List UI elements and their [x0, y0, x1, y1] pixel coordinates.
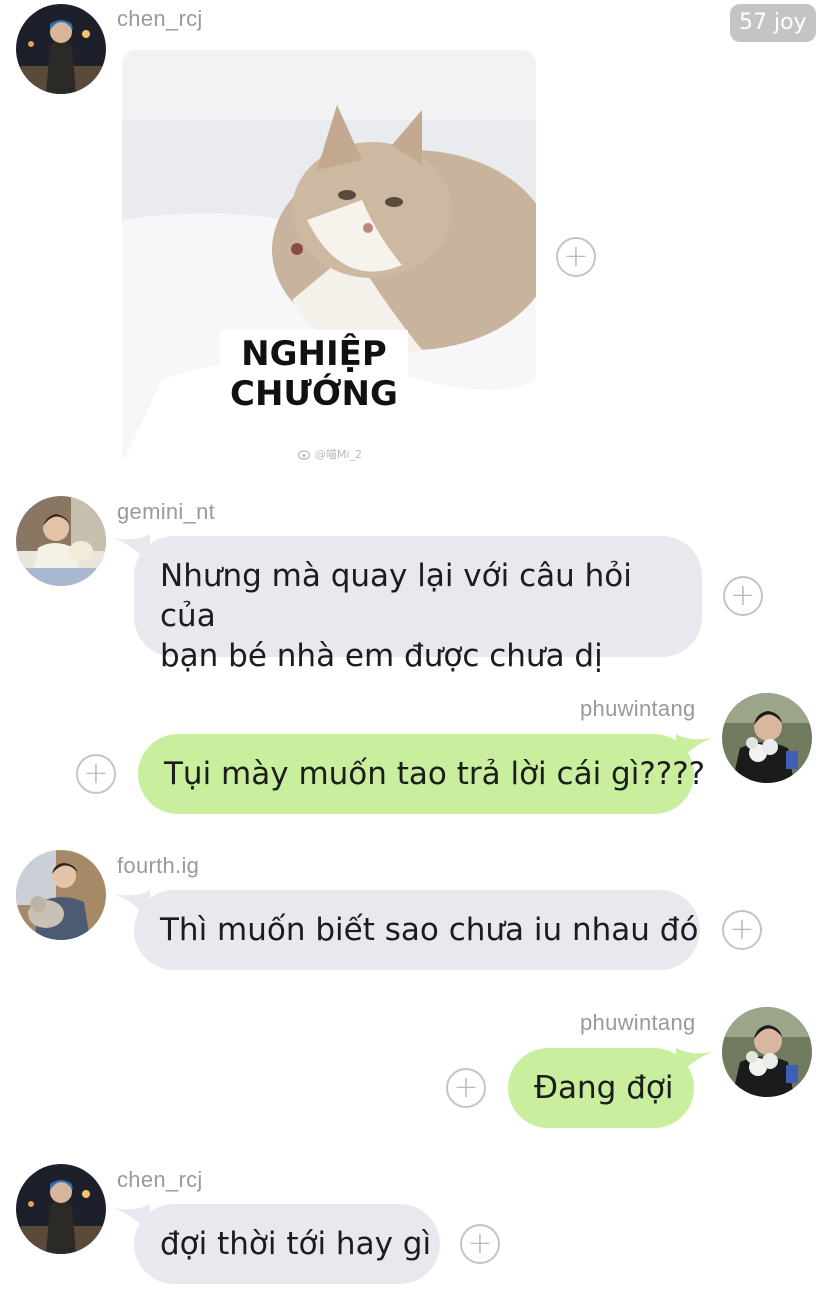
sticker-caption: NGHIỆP CHƯỚNG: [220, 330, 408, 418]
message-line-1: Nhưng mà quay lại với câu hỏi của: [160, 558, 632, 634]
add-reaction-button[interactable]: +: [460, 1224, 500, 1264]
cat-sticker[interactable]: NGHIỆP CHƯỚNG @喵Mi_2: [122, 50, 536, 464]
avatar-phuwintang[interactable]: [722, 1007, 812, 1097]
watermark-text: @喵Mi_2: [315, 448, 363, 461]
message-text: Tụi mày muốn tao trả lời cái gì????: [164, 756, 706, 792]
avatar-gemini-nt[interactable]: [16, 496, 106, 586]
sticker-watermark: @喵Mi_2: [298, 446, 362, 462]
message-text: Thì muốn biết sao chưa iu nhau đó: [160, 912, 699, 948]
add-reaction-icon: +: [83, 756, 109, 791]
add-reaction-button[interactable]: +: [556, 237, 596, 277]
add-reaction-button[interactable]: +: [722, 910, 762, 950]
message-bubble[interactable]: Thì muốn biết sao chưa iu nhau đó: [134, 890, 700, 970]
message-bubble[interactable]: Tụi mày muốn tao trả lời cái gì????: [138, 734, 705, 814]
add-reaction-icon: +: [453, 1070, 479, 1105]
avatar-image: [16, 4, 106, 94]
avatar-fourth-ig[interactable]: [16, 850, 106, 940]
add-reaction-icon: +: [563, 239, 589, 274]
message-bubble[interactable]: Đang đợi: [508, 1048, 694, 1128]
message-line-2: bạn bé nhà em được chưa dị: [160, 638, 603, 674]
add-reaction-button[interactable]: +: [446, 1068, 486, 1108]
add-reaction-button[interactable]: +: [723, 576, 763, 616]
avatar-image: [16, 496, 106, 586]
avatar-image: [16, 1164, 106, 1254]
avatar-image: [722, 693, 812, 783]
message-text: đợi thời tới hay gì: [160, 1226, 432, 1262]
avatar-chen-rcj[interactable]: [16, 4, 106, 94]
avatar-chen-rcj[interactable]: [16, 1164, 106, 1254]
username: gemini_nt: [117, 499, 216, 524]
add-reaction-icon: +: [729, 912, 755, 947]
add-reaction-button[interactable]: +: [76, 754, 116, 794]
username: chen_rcj: [117, 6, 203, 31]
message-bubble[interactable]: đợi thời tới hay gì: [134, 1204, 440, 1284]
caption-line-1: NGHIỆP: [241, 334, 387, 374]
avatar-image: [722, 1007, 812, 1097]
caption-line-2: CHƯỚNG: [230, 374, 398, 414]
username: fourth.ig: [117, 853, 200, 878]
count-badge: 57 joy: [730, 4, 816, 42]
add-reaction-icon: +: [467, 1226, 493, 1261]
message-bubble[interactable]: Nhưng mà quay lại với câu hỏi của bạn bé…: [134, 536, 702, 674]
username: phuwintang: [580, 1010, 696, 1035]
add-reaction-icon: +: [730, 578, 756, 613]
username: phuwintang: [580, 696, 696, 721]
weibo-icon: [298, 450, 311, 460]
avatar-image: [16, 850, 106, 940]
message-text: Đang đợi: [534, 1070, 674, 1106]
avatar-phuwintang[interactable]: [722, 693, 812, 783]
sticker-caption-box: NGHIỆP CHƯỚNG: [220, 330, 408, 418]
username: chen_rcj: [117, 1167, 203, 1192]
